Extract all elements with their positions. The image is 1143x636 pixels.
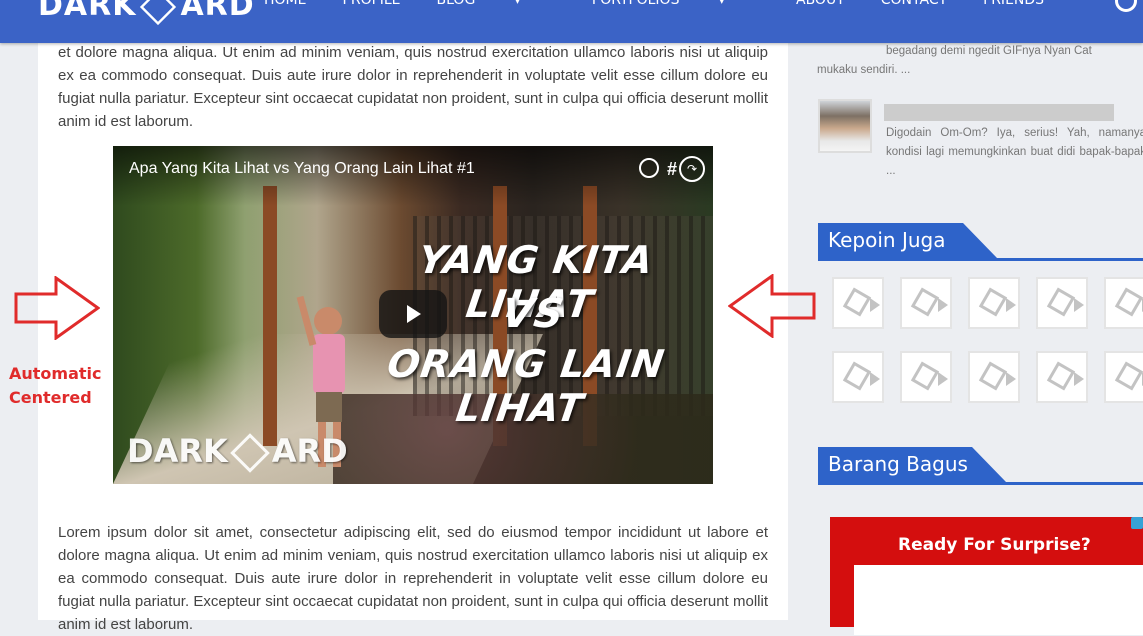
top-navbar: DARK ARD HOME PROFILE BLOG ▾ PORTFOLIOS ▾ A… (0, 0, 1143, 43)
play-triangle-icon (1006, 298, 1016, 312)
nav-about[interactable]: ABOUT (796, 0, 845, 8)
related-post-thumbnail[interactable] (968, 351, 1020, 403)
video-watermark-logo: DARK ARD (127, 432, 348, 473)
logo-text-right: ARD (180, 0, 255, 23)
video-logo-right: ARD (271, 432, 348, 470)
logo-cube-icon (229, 433, 270, 473)
nav-blog-label: BLOG (436, 0, 476, 8)
annotation-line1: Automatic (9, 364, 102, 383)
related-post-thumbnail[interactable] (832, 351, 884, 403)
automatic-centered-label: Automatic Centered (9, 362, 102, 410)
sidebar: begadang demi ngedit GIFnya Nyan Cat muk… (788, 0, 1143, 635)
widget-title-kepoin-juga: Kepoin Juga (818, 223, 997, 258)
logo-placeholder-icon (1046, 287, 1076, 317)
video-title[interactable]: Apa Yang Kita Lihat vs Yang Orang Lain L… (129, 160, 475, 178)
chevron-down-icon: ▾ (515, 0, 520, 7)
logo-placeholder-icon (842, 287, 872, 317)
related-post-thumbnail[interactable] (900, 277, 952, 329)
logo-placeholder-icon (910, 287, 940, 317)
logo-placeholder-icon (1114, 287, 1143, 317)
related-post-thumbnail[interactable] (1104, 351, 1143, 403)
play-triangle-icon (1074, 372, 1084, 386)
widget-title-barang-bagus: Barang Bagus (818, 447, 1006, 482)
nav-home[interactable]: HOME (264, 0, 306, 8)
logo-placeholder-icon (978, 287, 1008, 317)
nav-blog[interactable]: BLOG ▾ (437, 0, 556, 8)
play-triangle-icon (938, 298, 948, 312)
logo-placeholder-icon (1046, 361, 1076, 391)
comment-snippet-cont[interactable]: mukaku sendiri. ... (817, 61, 1017, 80)
logo-placeholder-icon (910, 361, 940, 391)
logo-placeholder-icon (842, 361, 872, 391)
logo-text-left: DARK (38, 0, 137, 23)
nav-profile[interactable]: PROFILE (342, 0, 400, 8)
arrow-right-icon (14, 276, 100, 340)
logo-placeholder-icon (978, 361, 1008, 391)
nav-contact[interactable]: CONTACT (881, 0, 947, 8)
ad-image-area (854, 565, 1143, 635)
share-icon[interactable]: ↷ (679, 156, 705, 182)
nav-portfolios[interactable]: PORTFOLIOS ▾ (592, 0, 760, 8)
play-triangle-icon (870, 298, 880, 312)
chevron-down-icon: ▾ (719, 0, 724, 7)
logo-cube-icon (140, 0, 177, 25)
nav-portfolios-label: PORTFOLIOS (591, 0, 680, 8)
related-post-thumbnail[interactable] (900, 351, 952, 403)
play-triangle-icon (870, 372, 880, 386)
video-scene-pillar (263, 186, 277, 446)
comment-snippet[interactable]: Digodain Om-Om? Iya, serius! Yah, namany… (886, 124, 1143, 181)
video-logo-left: DARK (127, 432, 228, 470)
widget-divider (818, 482, 1143, 485)
play-triangle-icon (1006, 372, 1016, 386)
annotation-line2: Centered (9, 388, 92, 407)
post-paragraph-top: et dolore magna aliqua. Ut enim ad minim… (58, 44, 768, 130)
main-nav: HOME PROFILE BLOG ▾ PORTFOLIOS ▾ ABOUT CON… (264, 0, 1080, 8)
comment-snippet[interactable]: begadang demi ngedit GIFnya Nyan Cat (886, 42, 1143, 61)
post-paragraph-bottom: Lorem ipsum dolor sit amet, consectetur … (58, 524, 768, 633)
commenter-name-placeholder (884, 104, 1114, 121)
nav-friends[interactable]: FRIENDS (983, 0, 1044, 8)
search-icon[interactable] (1115, 0, 1137, 12)
ad-title: Ready For Surprise? (898, 535, 1091, 555)
avatar[interactable] (818, 99, 872, 153)
related-post-thumbnail[interactable] (968, 277, 1020, 329)
related-post-thumbnail[interactable] (832, 277, 884, 329)
ad-banner[interactable]: Ready For Surprise? (830, 517, 1143, 635)
video-overlay-line3: ORANG LAIN LIHAT (384, 342, 668, 430)
related-post-thumbnail[interactable] (1104, 277, 1143, 329)
site-logo[interactable]: DARK ARD (38, 0, 255, 25)
embedded-video[interactable]: Apa Yang Kita Lihat vs Yang Orang Lain L… (113, 146, 713, 484)
logo-placeholder-icon (1114, 361, 1143, 391)
play-triangle-icon (1074, 298, 1084, 312)
related-post-thumbnail[interactable] (1036, 277, 1088, 329)
play-triangle-icon (938, 372, 948, 386)
watch-later-icon[interactable] (639, 158, 659, 178)
ad-info-icon[interactable] (1131, 517, 1143, 529)
play-button[interactable] (379, 290, 447, 338)
related-post-thumbnail[interactable] (1036, 351, 1088, 403)
widget-divider (818, 258, 1143, 261)
video-hash: # (666, 159, 677, 179)
